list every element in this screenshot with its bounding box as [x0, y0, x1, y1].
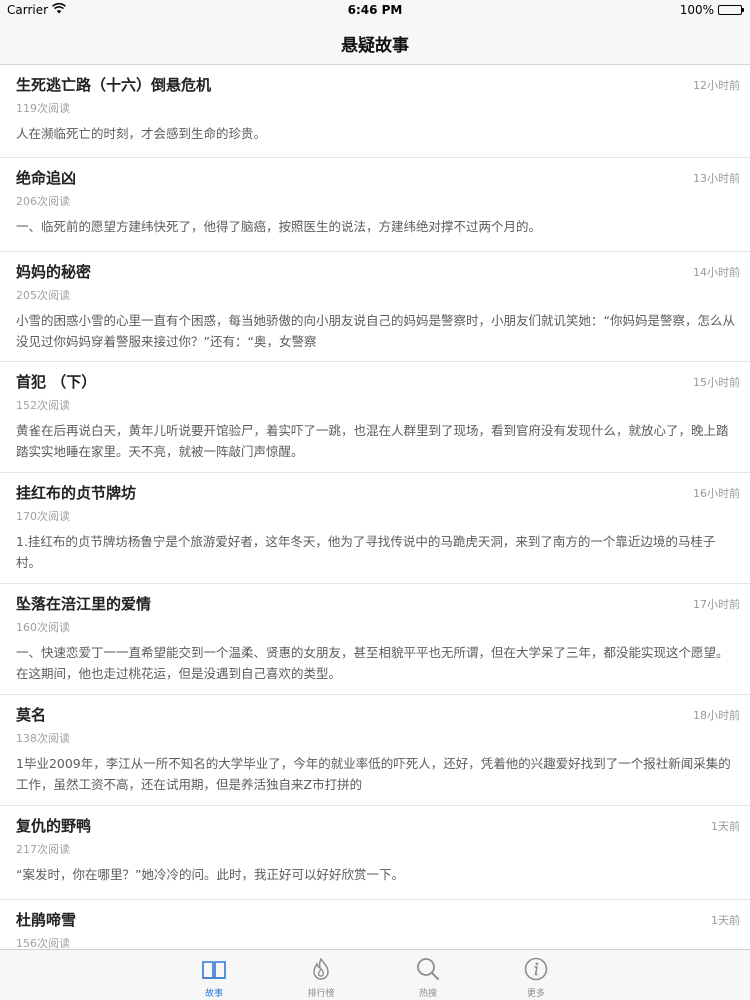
story-row[interactable]: 挂红布的贞节牌坊 16小时前 170次阅读 1.挂红布的贞节牌坊杨鲁宁是个旅游爱… [0, 473, 750, 584]
story-title: 妈妈的秘密 [16, 263, 92, 281]
story-read-count: 156次阅读 [16, 937, 70, 949]
story-title: 坠落在涪江里的爱情 [16, 595, 152, 613]
tab-label: 热搜 [418, 989, 437, 999]
story-excerpt: 一、临死前的愿望方建纬快死了，他得了脑癌，按照医生的说法，方建纬绝对撑不过两个月… [16, 219, 542, 234]
story-time: 1天前 [711, 914, 740, 927]
app-screen: Carrier 6:46 PM 100% 悬疑故事 生死逃亡路（十六）倒悬危机 … [0, 0, 750, 1000]
battery-icon [718, 5, 744, 15]
story-time: 1天前 [711, 820, 740, 833]
story-row[interactable]: 妈妈的秘密 14小时前 205次阅读 小雪的困惑小雪的心里一直有个困惑，每当她骄… [0, 252, 750, 362]
story-read-count: 119次阅读 [16, 102, 70, 115]
story-read-count: 138次阅读 [16, 732, 70, 745]
page-title: 悬疑故事 [341, 36, 409, 56]
story-excerpt: 黄雀在后再说白天，黄年儿听说要开馆验尸，着实吓了一跳，也混在人群里到了现场，看到… [16, 423, 729, 459]
story-excerpt: 1毕业2009年，李江从一所不知名的大学毕业了，今年的就业率低的吓死人，还好，凭… [16, 756, 731, 792]
status-right: 100% [679, 3, 744, 17]
tab-more[interactable]: 更多 [496, 950, 576, 1000]
story-row[interactable]: 生死逃亡路（十六）倒悬危机 12小时前 119次阅读 人在濒临死亡的时刻，才会感… [0, 65, 750, 158]
story-read-count: 217次阅读 [16, 843, 70, 856]
story-title: 生死逃亡路（十六）倒悬危机 [16, 76, 212, 94]
story-row[interactable]: 复仇的野鸭 1天前 217次阅读 “案发时，你在哪里？”她冷冷的问。此时，我正好… [0, 806, 750, 900]
story-excerpt: “案发时，你在哪里？”她冷冷的问。此时，我正好可以好好欣赏一下。 [16, 867, 404, 882]
story-time: 14小时前 [693, 266, 740, 279]
status-time: 6:46 PM [347, 3, 403, 17]
tab-trending-search[interactable]: 热搜 [388, 950, 468, 1000]
story-row[interactable]: 莫名 18小时前 138次阅读 1毕业2009年，李江从一所不知名的大学毕业了，… [0, 695, 750, 806]
story-title: 绝命追凶 [16, 169, 77, 187]
tab-label: 故事 [204, 989, 223, 999]
story-list[interactable]: 生死逃亡路（十六）倒悬危机 12小时前 119次阅读 人在濒临死亡的时刻，才会感… [0, 65, 750, 949]
story-row[interactable]: 绝命追凶 13小时前 206次阅读 一、临死前的愿望方建纬快死了，他得了脑癌，按… [0, 158, 750, 252]
story-row[interactable]: 坠落在涪江里的爱情 17小时前 160次阅读 一、快速恋爱丁一一直希望能交到一个… [0, 584, 750, 695]
tab-label: 更多 [526, 989, 545, 999]
story-time: 15小时前 [693, 376, 740, 389]
tab-stories[interactable]: 故事 [174, 950, 254, 1000]
tab-rankings[interactable]: 排行榜 [281, 950, 361, 1000]
story-read-count: 170次阅读 [16, 510, 70, 523]
battery-percent: 100% [679, 3, 714, 17]
story-time: 12小时前 [693, 79, 740, 92]
story-title: 挂红布的贞节牌坊 [16, 484, 137, 502]
navigation-bar: 悬疑故事 [0, 20, 750, 65]
story-row[interactable]: 首犯 （下） 15小时前 152次阅读 黄雀在后再说白天，黄年儿听说要开馆验尸，… [0, 362, 750, 473]
status-bar: Carrier 6:46 PM 100% [0, 0, 750, 20]
tab-bar: 故事 排行榜 热搜 更多 [0, 949, 750, 1000]
story-excerpt: 人在濒临死亡的时刻，才会感到生命的珍贵。 [16, 126, 267, 141]
story-time: 17小时前 [693, 598, 740, 611]
story-title: 首犯 （下） [16, 373, 97, 391]
story-read-count: 205次阅读 [16, 289, 70, 302]
story-time: 13小时前 [693, 172, 740, 185]
story-read-count: 152次阅读 [16, 399, 70, 412]
story-excerpt: 一、快速恋爱丁一一直希望能交到一个温柔、贤惠的女朋友，甚至相貌平平也无所谓，但在… [16, 645, 729, 681]
story-read-count: 160次阅读 [16, 621, 70, 634]
story-title: 复仇的野鸭 [16, 817, 92, 835]
story-excerpt: 1.挂红布的贞节牌坊杨鲁宁是个旅游爱好者，这年冬天，他为了寻找传说中的马跪虎天洞… [16, 534, 716, 570]
tab-label: 排行榜 [307, 989, 335, 999]
story-read-count: 206次阅读 [16, 195, 70, 208]
story-time: 18小时前 [693, 709, 740, 722]
story-title: 杜鹃啼雪 [16, 911, 77, 929]
story-title: 莫名 [16, 706, 47, 724]
story-excerpt: 小雪的困惑小雪的心里一直有个困惑，每当她骄傲的向小朋友说自己的妈妈是警察时，小朋… [16, 313, 735, 349]
story-row[interactable]: 杜鹃啼雪 1天前 156次阅读 [0, 900, 750, 949]
story-time: 16小时前 [693, 487, 740, 500]
